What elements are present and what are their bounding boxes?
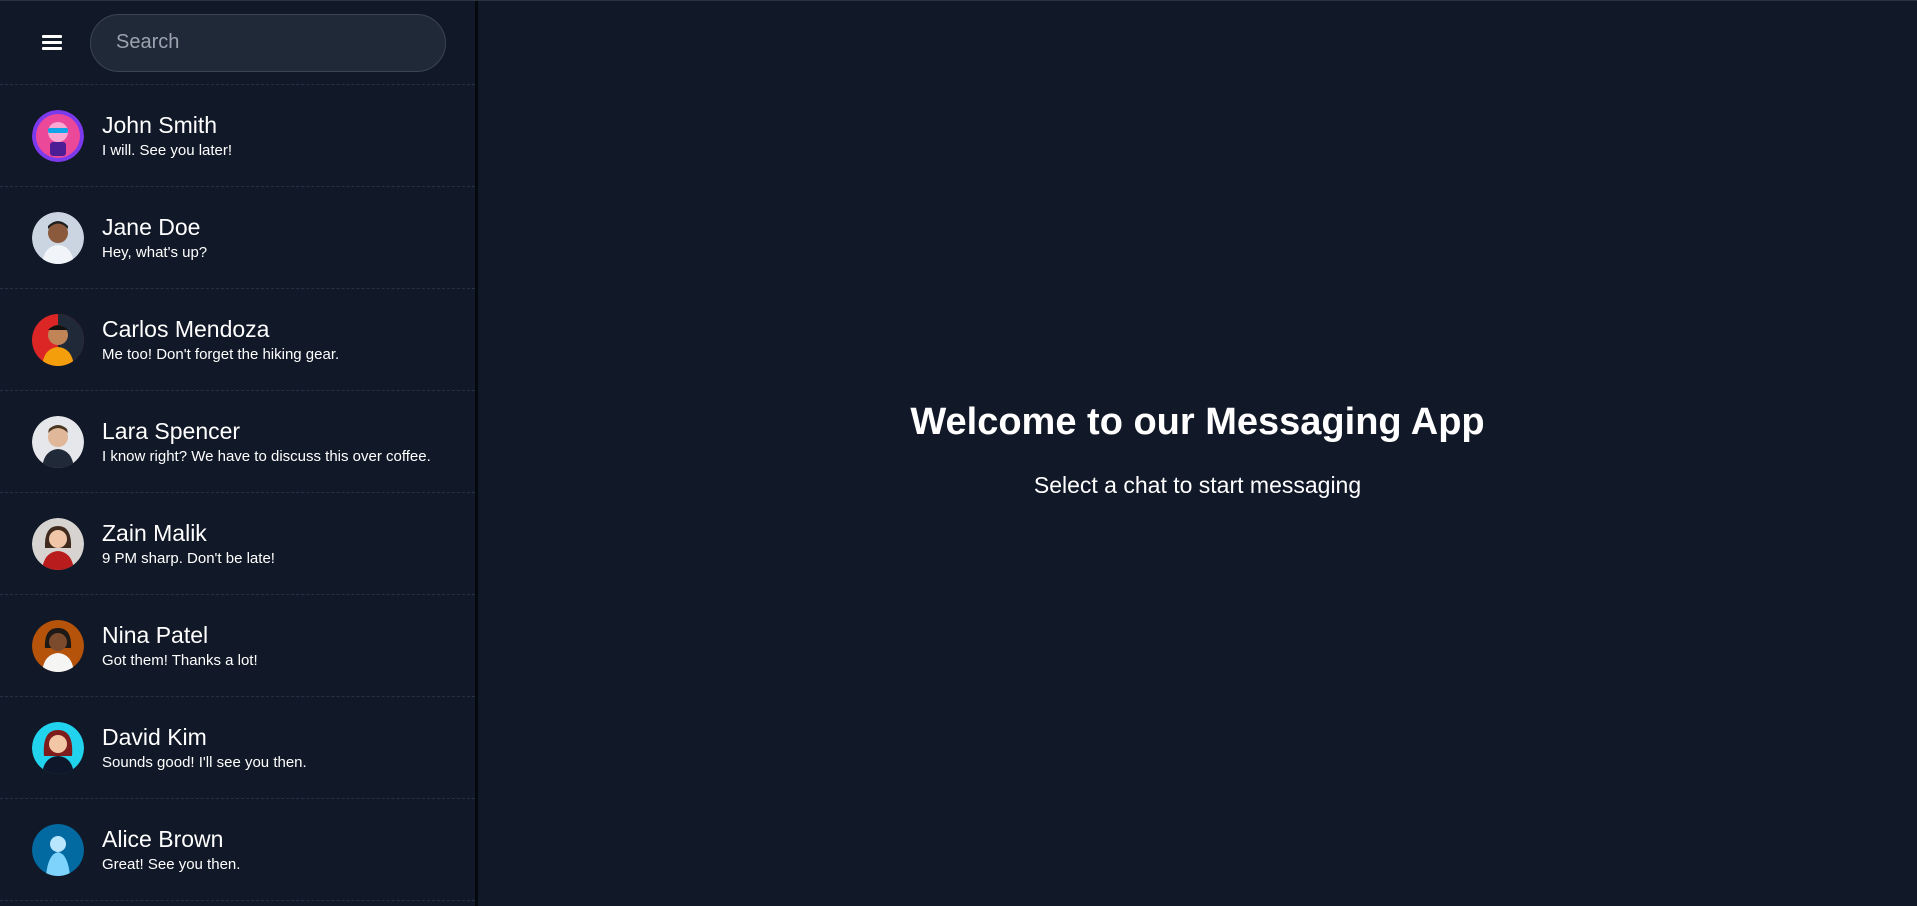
contact-item-alice-brown[interactable]: Alice Brown Great! See you then. xyxy=(0,799,475,901)
contact-item-john-smith[interactable]: John Smith I will. See you later! xyxy=(0,85,475,187)
contact-last-message: Hey, what's up? xyxy=(102,243,208,261)
contact-name: John Smith xyxy=(102,111,218,138)
contact-item-david-kim[interactable]: David Kim Sounds good! I'll see you then… xyxy=(0,697,475,799)
search-input[interactable] xyxy=(90,13,446,72)
contact-last-message: I will. See you later! xyxy=(102,141,233,159)
contact-item-nina-patel[interactable]: Nina Patel Got them! Thanks a lot! xyxy=(0,595,475,697)
contact-item-jane-doe[interactable]: Jane Doe Hey, what's up? xyxy=(0,187,475,289)
contact-item-carlos-mendoza[interactable]: Carlos Mendoza Me too! Don't forget the … xyxy=(0,289,475,391)
main-panel: Welcome to our Messaging App Select a ch… xyxy=(478,1,1917,906)
contact-item-lara-spencer[interactable]: Lara Spencer I know right? We have to di… xyxy=(0,391,475,493)
contact-last-message: Sounds good! I'll see you then. xyxy=(102,753,307,771)
menu-bar xyxy=(42,41,62,44)
contact-name: Nina Patel xyxy=(102,621,209,648)
contact-name: Jane Doe xyxy=(102,213,201,240)
contact-item-zain-malik[interactable]: Zain Malik 9 PM sharp. Don't be late! xyxy=(0,493,475,595)
sidebar: John Smith I will. See you later! Jane D… xyxy=(0,1,478,906)
welcome-title: Welcome to our Messaging App xyxy=(910,401,1485,443)
contact-name: Lara Spencer xyxy=(102,417,241,444)
avatar xyxy=(32,109,84,162)
avatar xyxy=(32,313,84,366)
contact-name: Carlos Mendoza xyxy=(102,315,270,342)
avatar xyxy=(32,721,84,774)
hamburger-menu-icon[interactable] xyxy=(39,30,65,56)
menu-bar xyxy=(42,47,62,50)
contact-last-message: Great! See you then. xyxy=(102,855,241,873)
sidebar-header xyxy=(0,1,475,85)
avatar xyxy=(32,415,84,468)
contact-last-message: Me too! Don't forget the hiking gear. xyxy=(102,345,340,363)
contact-name: David Kim xyxy=(102,723,207,750)
avatar xyxy=(32,517,84,570)
menu-bar xyxy=(42,35,62,38)
avatar xyxy=(32,823,84,876)
avatar xyxy=(32,619,84,672)
messaging-app: John Smith I will. See you later! Jane D… xyxy=(0,0,1917,906)
avatar xyxy=(32,211,84,264)
contact-name: Alice Brown xyxy=(102,825,224,852)
contact-last-message: Got them! Thanks a lot! xyxy=(102,651,258,669)
contact-last-message: I know right? We have to discuss this ov… xyxy=(102,447,431,465)
contact-list: John Smith I will. See you later! Jane D… xyxy=(0,85,475,901)
contact-last-message: 9 PM sharp. Don't be late! xyxy=(102,549,275,567)
contact-name: Zain Malik xyxy=(102,519,207,546)
welcome-subtitle: Select a chat to start messaging xyxy=(1033,472,1362,498)
